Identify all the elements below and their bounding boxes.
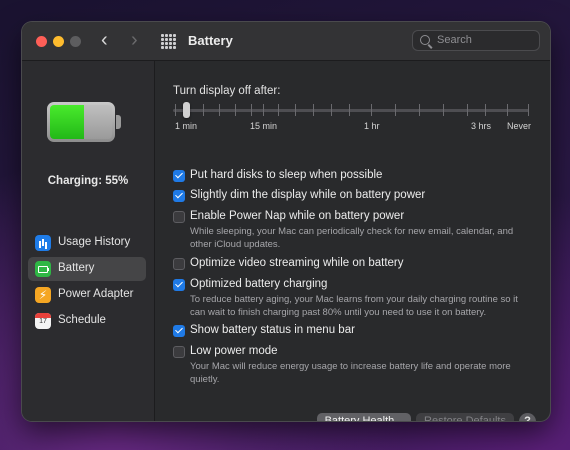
sidebar-item-label: Power Adapter [58,288,134,300]
restore-defaults-button[interactable]: Restore Defaults [416,413,514,421]
forward-chevron-icon[interactable]: › [131,30,138,50]
search-placeholder: Search [437,34,472,46]
calendar-icon: 17 [35,313,51,329]
option-label: Slightly dim the display while on batter… [190,189,426,201]
sidebar-item-label: Usage History [58,236,131,248]
sidebar-item-label: Schedule [58,314,106,326]
minimize-button[interactable] [53,36,64,47]
slider-tick-label: 1 hr [364,121,380,131]
option-label: Low power mode [190,345,278,357]
charging-status: Charging: 55% [47,175,129,187]
battery-level-icon [47,102,123,144]
option-description: Your Mac will reduce energy usage to inc… [190,361,511,385]
sidebar-item-battery[interactable]: Battery [28,257,146,281]
slider-tick-label: 1 min [175,121,198,131]
bar-chart-icon [35,235,51,251]
checkbox[interactable] [173,258,185,270]
checkbox[interactable] [173,211,185,223]
search-input[interactable]: Search [412,30,540,51]
option-label: Optimized battery charging [190,278,328,290]
sidebar: Charging: 55% Usage History Battery ⚡︎ P… [22,61,155,421]
window-title: Battery [188,33,233,48]
option-description: While sleeping, your Mac can periodicall… [190,226,514,250]
sidebar-item-usage-history[interactable]: Usage History [28,231,146,255]
option-label: Optimize video streaming while on batter… [190,257,404,269]
back-chevron-icon[interactable]: ‹ [101,30,108,50]
title-bar: ‹ › Battery Search [22,22,550,61]
checkbox[interactable] [173,190,185,202]
option-label: Show battery status in menu bar [190,324,355,336]
help-icon[interactable]: ? [519,413,536,421]
slider-tick-label: Never [507,121,532,131]
slider-knob[interactable] [183,102,190,118]
option-label: Enable Power Nap while on battery power [190,210,405,222]
slider-tick-label: 3 hrs [471,121,492,131]
lightning-icon: ⚡︎ [35,287,51,303]
zoom-button[interactable] [70,36,81,47]
battery-fill [50,105,85,139]
option-label: Put hard disks to sleep when possible [190,169,383,181]
display-off-label: Turn display off after: [173,85,281,97]
show-all-grid-icon[interactable] [161,34,176,49]
sidebar-item-power-adapter[interactable]: ⚡︎ Power Adapter [28,283,146,307]
battery-health-button[interactable]: Battery Health... [317,413,411,421]
sidebar-item-label: Battery [58,262,95,274]
checkbox[interactable] [173,346,185,358]
sidebar-item-schedule[interactable]: 17 Schedule [28,309,146,333]
battery-settings-pane: Turn display off after: 1 min 15 min 1 h… [155,61,550,421]
checkbox[interactable] [173,170,185,182]
preferences-window: ‹ › Battery Search Charging: 55% Usage H… [22,22,550,421]
close-button[interactable] [36,36,47,47]
search-icon [420,35,430,45]
slider-tick-label: 15 min [250,121,278,131]
checkbox[interactable] [173,325,185,337]
option-description: To reduce battery aging, your Mac learns… [190,294,518,318]
battery-icon [35,261,51,277]
checkbox[interactable] [173,279,185,291]
